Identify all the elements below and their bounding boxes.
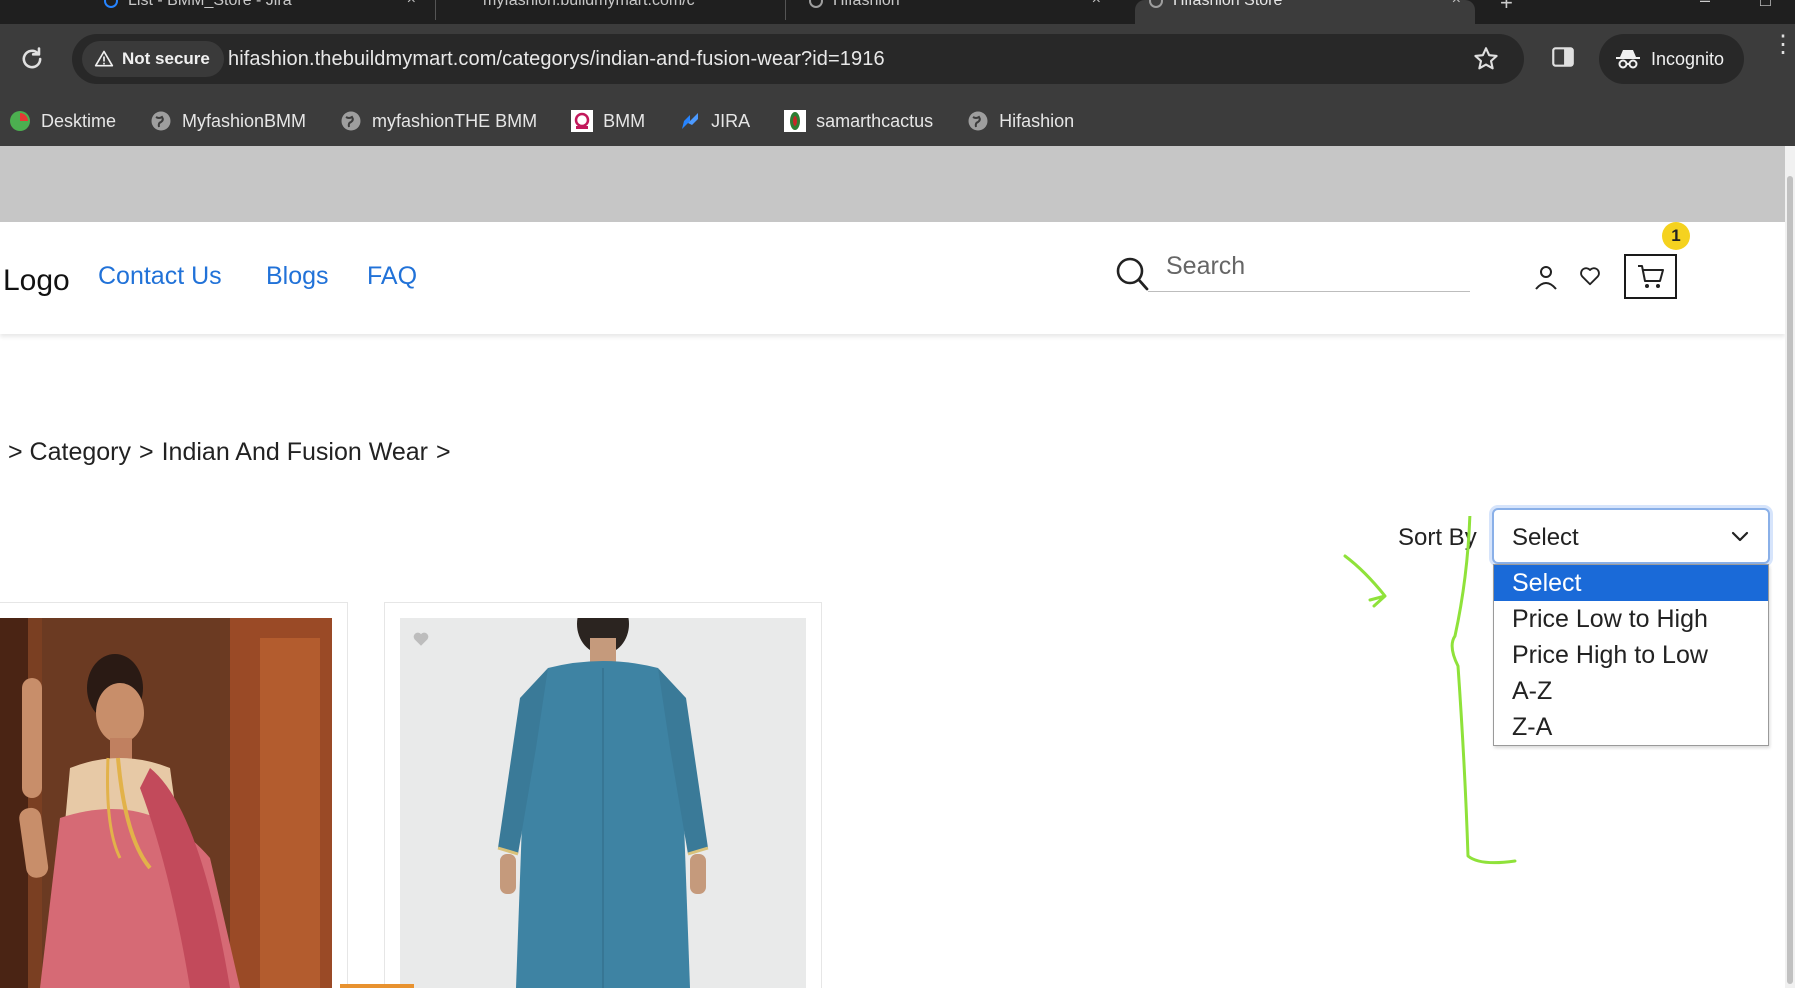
close-icon[interactable]: ×	[1452, 0, 1461, 9]
bookmark-label: Hifashion	[999, 110, 1075, 131]
search-input[interactable]	[1148, 242, 1470, 290]
maximize-icon[interactable]: □	[1760, 0, 1771, 11]
bookmark-star-icon[interactable]	[1472, 45, 1500, 73]
tab-strip: List - BMM_Store - Jira × myfashion.buil…	[0, 0, 1795, 24]
close-icon[interactable]: ×	[407, 0, 416, 9]
bookmark-item[interactable]: MyfashionBMM	[149, 109, 306, 133]
bookmarks-bar: Desktime MyfashionBMM myfashionTHE BMM B…	[0, 96, 1795, 146]
globe-icon	[809, 0, 823, 8]
sort-selected-value: Select	[1512, 524, 1579, 551]
bookmark-label: BMM	[603, 110, 646, 131]
nav-blogs[interactable]: Blogs	[266, 262, 329, 291]
nav-faq[interactable]: FAQ	[367, 262, 417, 291]
bookmark-label: myfashionTHE BMM	[372, 110, 538, 131]
sort-select[interactable]: Select	[1492, 508, 1770, 564]
globe-icon	[1149, 0, 1163, 8]
tab-label: Hifashion	[833, 0, 900, 9]
chevron-down-icon	[1731, 531, 1749, 542]
bookmark-item[interactable]: BMM	[570, 109, 645, 133]
url-text[interactable]: hifashion.thebuildmymart.com/categorys/i…	[228, 48, 885, 71]
sort-option-a-z[interactable]: A-Z	[1494, 673, 1768, 709]
security-label: Not secure	[122, 49, 210, 68]
minimize-icon[interactable]: –	[1700, 0, 1710, 11]
cart-icon	[1637, 264, 1664, 288]
bmm-icon	[571, 110, 594, 132]
cart-count-badge: 1	[1662, 222, 1690, 250]
address-bar[interactable]: Not secure hifashion.thebuildmymart.com/…	[72, 34, 1524, 84]
wishlist-heart-icon[interactable]	[412, 630, 430, 648]
bookmark-label: Desktime	[41, 110, 117, 131]
product-image-kurta[interactable]	[400, 618, 806, 988]
sort-options-dropdown: Select Price Low to High Price High to L…	[1493, 564, 1769, 746]
jira-icon	[682, 113, 699, 129]
breadcrumb-separator: >	[139, 438, 154, 466]
security-chip[interactable]: Not secure	[82, 41, 224, 77]
reload-icon[interactable]	[18, 45, 46, 73]
bookmark-item[interactable]: Hifashion	[966, 109, 1074, 133]
globe-icon	[341, 111, 361, 131]
breadcrumb-current[interactable]: Indian And Fusion Wear	[162, 438, 428, 467]
tab-hifashion-store[interactable]: Hifashion Store ×	[1135, 0, 1475, 24]
desktime-icon	[10, 111, 30, 131]
tab-separator	[785, 0, 786, 20]
side-panel-icon[interactable]	[1550, 44, 1576, 70]
tab-label: Hifashion Store	[1173, 0, 1283, 9]
wishlist-heart-icon[interactable]	[1579, 265, 1601, 287]
close-icon[interactable]: ×	[1092, 0, 1101, 9]
bookmark-label: MyfashionBMM	[182, 110, 307, 131]
sort-option-price-high-low[interactable]: Price High to Low	[1494, 637, 1768, 673]
sort-option-z-a[interactable]: Z-A	[1494, 709, 1768, 745]
bookmark-item[interactable]: JIRA	[678, 109, 750, 133]
tab-label: myfashion.buildmymart.com/c	[483, 0, 695, 9]
bookmark-item[interactable]: samarthcactus	[783, 109, 933, 133]
more-menu-icon[interactable]: ⋮	[1771, 33, 1795, 72]
bookmark-item[interactable]: Desktime	[8, 109, 116, 133]
scrollbar-thumb[interactable]	[1787, 176, 1793, 984]
product-image-saree[interactable]	[0, 618, 332, 988]
sort-by-label: Sort By	[1398, 524, 1477, 551]
cart-button[interactable]	[1624, 254, 1677, 299]
bookmark-item[interactable]: myfashionTHE BMM	[339, 109, 537, 133]
web-page: Logo Contact Us Blogs FAQ 1 > Category >	[0, 146, 1785, 988]
breadcrumb: > Category > Indian And Fusion Wear >	[8, 438, 451, 467]
globe-icon	[151, 111, 171, 131]
tab-separator	[435, 0, 436, 20]
sort-option-price-low-high[interactable]: Price Low to High	[1494, 601, 1768, 637]
globe-icon	[968, 111, 988, 131]
search-icon[interactable]	[1115, 256, 1149, 292]
tab-myfashion[interactable]: myfashion.buildmymart.com/c	[445, 0, 780, 24]
incognito-label: Incognito	[1651, 48, 1725, 69]
tab-label: List - BMM_Store - Jira	[128, 0, 292, 9]
bookmark-label: JIRA	[711, 110, 751, 131]
new-tab-icon[interactable]: +	[1500, 0, 1513, 16]
bookmark-label: samarthcactus	[816, 110, 934, 131]
incognito-chip[interactable]: Incognito	[1599, 34, 1744, 84]
incognito-icon	[1616, 50, 1640, 69]
nav-contact-us[interactable]: Contact Us	[98, 262, 222, 291]
warning-icon	[94, 50, 114, 67]
tab-jira[interactable]: List - BMM_Store - Jira ×	[90, 0, 430, 24]
site-logo[interactable]: Logo	[3, 264, 70, 298]
jira-tab-icon	[104, 0, 118, 8]
tab-hifashion[interactable]: Hifashion ×	[795, 0, 1115, 24]
announcement-bar	[0, 146, 1785, 222]
sort-option-select[interactable]: Select	[1494, 565, 1768, 601]
search-field	[1148, 242, 1470, 292]
progress-strip	[340, 984, 414, 988]
site-header: Logo Contact Us Blogs FAQ 1	[0, 222, 1785, 334]
user-icon[interactable]	[1534, 264, 1558, 290]
breadcrumb-category[interactable]: > Category	[8, 438, 131, 467]
cactus-icon	[784, 110, 807, 132]
breadcrumb-separator: >	[435, 438, 451, 466]
